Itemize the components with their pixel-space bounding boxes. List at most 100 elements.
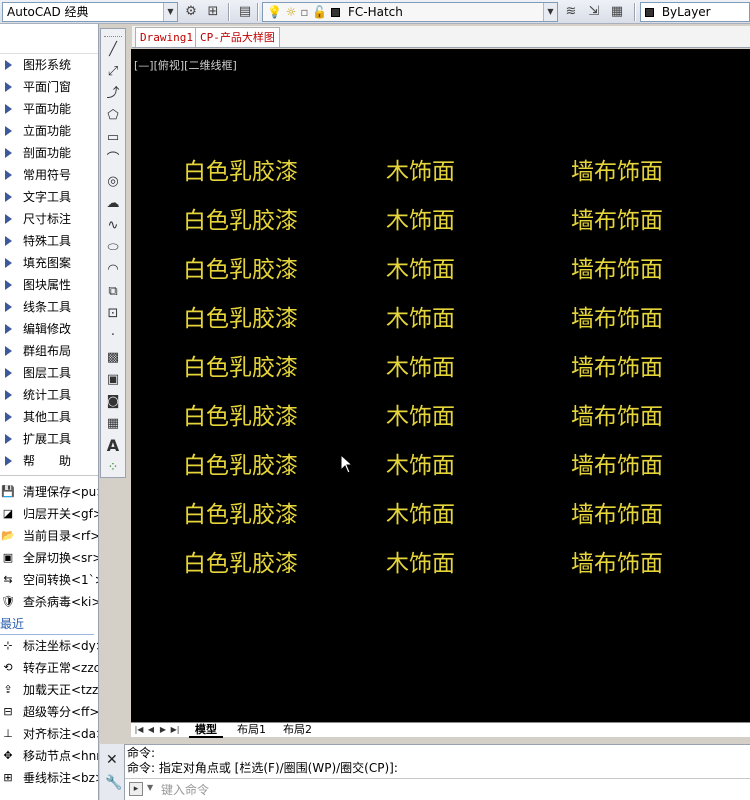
drawing-text-label[interactable]: 白色乳胶漆: [183, 306, 298, 332]
menu-category-item[interactable]: 线条工具: [0, 296, 98, 318]
drawing-text-label[interactable]: 木饰面: [386, 502, 455, 528]
model-space-canvas[interactable]: [—][俯视][二维线框] 白色乳胶漆 木饰面 墙布饰面 白色乳胶漆 木饰面 墙布饰面 白色…: [131, 49, 750, 722]
drawing-text-label[interactable]: 墙布饰面: [571, 453, 663, 479]
layer-properties-icon[interactable]: ▤: [236, 3, 254, 21]
polygon-icon[interactable]: ⬠: [101, 105, 125, 127]
insert-block-icon[interactable]: ⧉: [101, 281, 125, 303]
point-icon[interactable]: ·: [101, 325, 125, 347]
drawing-text-label[interactable]: 木饰面: [386, 306, 455, 332]
drawing-text-label[interactable]: 墙布饰面: [571, 502, 663, 528]
table-icon[interactable]: ▦: [101, 413, 125, 435]
menu-command-item[interactable]: ▣ 全屏切换<sr>: [0, 547, 98, 569]
circle-icon[interactable]: ◎: [101, 171, 125, 193]
menu-command-item[interactable]: 🛡 查杀病毒<ki>: [0, 591, 98, 613]
gradient-icon[interactable]: ▣: [101, 369, 125, 391]
rectangle-icon[interactable]: ▭: [101, 127, 125, 149]
command-input[interactable]: [161, 781, 741, 798]
drawing-text-label[interactable]: 白色乳胶漆: [183, 208, 298, 234]
multiline-text-icon[interactable]: A: [101, 435, 125, 457]
color-dropdown[interactable]: ByLayer: [640, 2, 750, 22]
menu-category-item[interactable]: 尺寸标注: [0, 208, 98, 230]
drawing-text-label[interactable]: 墙布饰面: [571, 159, 663, 185]
menu-recent-item[interactable]: ⇪ 加载天正<tzz: [0, 679, 98, 701]
layer-previous-icon[interactable]: ⇲: [585, 3, 603, 21]
drawing-text-label[interactable]: 白色乳胶漆: [183, 355, 298, 381]
revision-cloud-icon[interactable]: ☁: [101, 193, 125, 215]
drawing-text-label[interactable]: 白色乳胶漆: [183, 257, 298, 283]
menu-category-item[interactable]: 统计工具: [0, 384, 98, 406]
drawing-text-label[interactable]: 墙布饰面: [571, 551, 663, 577]
menu-recent-item[interactable]: ⊥ 对齐标注<da>: [0, 723, 98, 745]
construction-line-icon[interactable]: ⤢: [101, 61, 125, 83]
file-tab-drawing1[interactable]: Drawing1: [135, 27, 198, 47]
close-icon[interactable]: ✕: [106, 752, 118, 768]
menu-category-item[interactable]: 图层工具: [0, 362, 98, 384]
layer-state-icon[interactable]: ▦: [608, 3, 626, 21]
menu-category-item[interactable]: 填充图案: [0, 252, 98, 274]
menu-category-item[interactable]: 常用符号: [0, 164, 98, 186]
menu-recent-item[interactable]: ⊟ 超级等分<ff>: [0, 701, 98, 723]
drawing-text-label[interactable]: 木饰面: [386, 208, 455, 234]
drawing-text-label[interactable]: 墙布饰面: [571, 257, 663, 283]
workspace-settings-icon[interactable]: ⊞: [204, 3, 222, 21]
menu-command-item[interactable]: ⇆ 空间转换<1`>: [0, 569, 98, 591]
prev-tab-icon[interactable]: ◀: [146, 724, 156, 736]
menu-category-item[interactable]: 图块属性: [0, 274, 98, 296]
command-prompt-icon[interactable]: ▸: [129, 782, 143, 796]
drawing-text-label[interactable]: 墙布饰面: [571, 404, 663, 430]
viewport-controls-label[interactable]: [—][俯视][二维线框]: [134, 57, 237, 73]
customize-icon[interactable]: 🔧: [105, 775, 122, 791]
polyline-icon[interactable]: ⤴: [101, 83, 125, 105]
drawing-text-label[interactable]: 木饰面: [386, 453, 455, 479]
drawing-text-label[interactable]: 白色乳胶漆: [183, 551, 298, 577]
toolbar-grip[interactable]: [104, 31, 122, 37]
menu-category-item[interactable]: 特殊工具: [0, 230, 98, 252]
menu-recent-item[interactable]: ⟲ 转存正常<zzc: [0, 657, 98, 679]
region-icon[interactable]: ◙: [101, 391, 125, 413]
add-selected-icon[interactable]: ⁘: [101, 457, 125, 479]
menu-recent-item[interactable]: ✥ 移动节点<hnn: [0, 745, 98, 767]
make-current-layer-icon[interactable]: ≋: [562, 3, 580, 21]
menu-category-item[interactable]: 剖面功能: [0, 142, 98, 164]
drawing-text-label[interactable]: 木饰面: [386, 355, 455, 381]
drawing-text-label[interactable]: 木饰面: [386, 257, 455, 283]
menu-category-item[interactable]: 帮 助: [0, 450, 98, 472]
ellipse-icon[interactable]: ⬭: [101, 237, 125, 259]
arc-icon[interactable]: ⌒: [101, 149, 125, 171]
menu-command-item[interactable]: ◪ 归层开关<gf>: [0, 503, 98, 525]
menu-category-item[interactable]: 其他工具: [0, 406, 98, 428]
menu-command-item[interactable]: 💾 清理保存<pu>: [0, 481, 98, 503]
drawing-text-label[interactable]: 白色乳胶漆: [183, 502, 298, 528]
spline-icon[interactable]: ∿: [101, 215, 125, 237]
file-tab-cp-detail[interactable]: CP-产品大样图: [195, 27, 280, 47]
last-tab-icon[interactable]: ▶|: [170, 724, 180, 736]
menu-recent-item[interactable]: ⊞ 垂线标注<bz>: [0, 767, 98, 789]
drawing-text-label[interactable]: 白色乳胶漆: [183, 404, 298, 430]
hatch-icon[interactable]: ▩: [101, 347, 125, 369]
menu-command-item[interactable]: 📂 当前目录<rf>: [0, 525, 98, 547]
line-icon[interactable]: ╱: [101, 39, 125, 61]
tab-layout1[interactable]: 布局1: [231, 723, 272, 738]
menu-category-item[interactable]: 编辑修改: [0, 318, 98, 340]
ellipse-arc-icon[interactable]: ◠: [101, 259, 125, 281]
menu-category-item[interactable]: 平面门窗: [0, 76, 98, 98]
menu-category-item[interactable]: 群组布局: [0, 340, 98, 362]
drawing-text-label[interactable]: 木饰面: [386, 404, 455, 430]
next-tab-icon[interactable]: ▶: [158, 724, 168, 736]
tab-model[interactable]: 模型: [189, 723, 223, 738]
menu-category-item[interactable]: 文字工具: [0, 186, 98, 208]
first-tab-icon[interactable]: |◀: [134, 724, 144, 736]
drawing-text-label[interactable]: 白色乳胶漆: [183, 159, 298, 185]
menu-recent-item[interactable]: ⊹ 标注坐标<dy>: [0, 635, 98, 657]
menu-category-item[interactable]: 立面功能: [0, 120, 98, 142]
drawing-text-label[interactable]: 木饰面: [386, 159, 455, 185]
layer-dropdown[interactable]: 💡 ☼ ▫ 🔓 FC-Hatch ▼: [262, 2, 558, 22]
drawing-text-label[interactable]: 木饰面: [386, 551, 455, 577]
drawing-text-label[interactable]: 墙布饰面: [571, 306, 663, 332]
drawing-text-label[interactable]: 墙布饰面: [571, 355, 663, 381]
menu-category-item[interactable]: 图形系统: [0, 54, 98, 76]
gear-icon[interactable]: ⚙: [182, 3, 200, 21]
tab-layout2[interactable]: 布局2: [277, 723, 318, 738]
workspace-dropdown[interactable]: AutoCAD 经典 ▼: [2, 2, 178, 22]
menu-category-item[interactable]: 扩展工具: [0, 428, 98, 450]
